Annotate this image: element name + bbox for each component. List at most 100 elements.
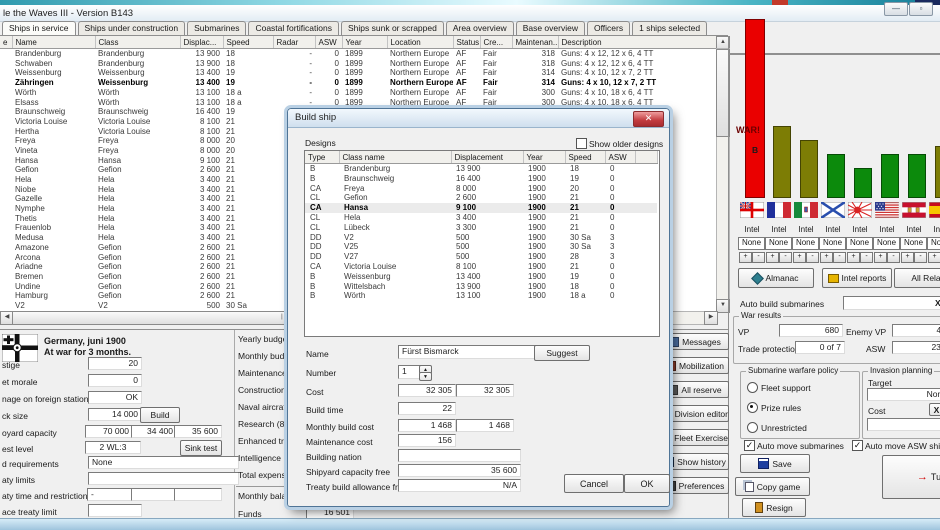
auto-move-submarines-checkbox[interactable]: ✓ — [744, 440, 755, 451]
flag-italy-icon[interactable] — [793, 201, 819, 223]
intel-reports-button[interactable]: Intel reports — [822, 268, 892, 288]
design-row[interactable]: DD V27 500 1900 28 3 — [305, 252, 657, 262]
flag-spain-icon[interactable] — [928, 201, 940, 223]
invasion-target-value[interactable]: None — [867, 388, 940, 401]
division-editor-button[interactable]: Division editor — [661, 405, 729, 422]
design-row[interactable]: B Braunschweig 16 400 1900 19 0 — [305, 174, 657, 184]
intel-plus-button[interactable]: + — [874, 252, 887, 263]
intel-level-select[interactable]: None — [765, 237, 792, 250]
dialog-titlebar[interactable]: Build ship — [288, 109, 669, 128]
copy-game-button[interactable]: Copy game — [735, 477, 810, 496]
ship-row[interactable]: Elsass Wörth 13 100 18 a - 0 1899 Northern Euro… — [0, 97, 716, 107]
column-header[interactable]: Status — [453, 36, 481, 49]
ok-button[interactable]: OK — [624, 474, 670, 493]
show-older-designs-checkbox[interactable] — [576, 138, 587, 149]
flag-japan-icon[interactable] — [847, 201, 873, 223]
intel-level-select[interactable]: None — [873, 237, 900, 250]
column-header[interactable]: Radar — [273, 36, 316, 49]
ship-row[interactable]: Weissenburg Weissenburg 13 400 19 - 0 1899 Nort… — [0, 68, 716, 78]
intel-plus-button[interactable]: + — [847, 252, 860, 263]
intel-level-select[interactable]: None — [738, 237, 765, 250]
design-row[interactable]: B Wittelsbach 13 900 1900 18 0 — [305, 282, 657, 292]
column-header[interactable]: Name — [12, 36, 96, 49]
column-header[interactable]: Speed — [223, 36, 274, 49]
tab-ships-sunk-or-scrapped[interactable]: Ships sunk or scrapped — [341, 21, 444, 35]
ship-row[interactable]: Zähringen Weissenburg 13 400 19 - 0 1899 Northe… — [0, 78, 716, 88]
column-header[interactable]: Class — [95, 36, 181, 49]
intel-minus-button[interactable]: - — [779, 252, 792, 263]
tab-coastal-fortifications[interactable]: Coastal fortifications — [248, 21, 339, 35]
design-row[interactable]: CA Hansa 9 100 1900 21 0 — [305, 203, 657, 213]
tab-1-ships-selected[interactable]: 1 ships selected — [632, 21, 708, 35]
resign-button[interactable]: Resign — [742, 498, 806, 517]
preferences-button[interactable]: Preferences — [661, 477, 729, 494]
dialog-close-button[interactable]: ✕ — [633, 111, 664, 127]
intel-plus-button[interactable]: + — [793, 252, 806, 263]
intel-minus-button[interactable]: - — [860, 252, 873, 263]
suggest-button[interactable]: Suggest — [534, 345, 590, 361]
sink-test-button[interactable]: Sink test — [180, 440, 222, 456]
auto-build-clear-button[interactable]: X — [935, 298, 940, 308]
column-header[interactable]: ASW — [605, 151, 636, 164]
intel-minus-button[interactable]: - — [752, 252, 765, 263]
intel-minus-button[interactable]: - — [833, 252, 846, 263]
intel-level-select[interactable]: None — [900, 237, 927, 250]
column-header[interactable]: Location — [387, 36, 454, 49]
column-header[interactable]: Type — [305, 151, 340, 164]
radio-prize-rules[interactable] — [747, 402, 758, 413]
intel-plus-button[interactable]: + — [739, 252, 752, 263]
intel-plus-button[interactable]: + — [820, 252, 833, 263]
fleet-exercise-button[interactable]: Fleet Exercise — [661, 429, 729, 446]
turn-button[interactable]: → Turn — [882, 455, 940, 499]
design-row[interactable]: CL Gefion 2 600 1900 21 0 — [305, 193, 657, 203]
intel-level-select[interactable]: None — [792, 237, 819, 250]
column-header[interactable]: ASW — [315, 36, 343, 49]
almanac-button[interactable]: Almanac — [738, 268, 814, 288]
tab-area-overview[interactable]: Area overview — [445, 21, 514, 35]
column-header[interactable]: e — [0, 36, 13, 49]
design-row[interactable]: B Brandenburg 13 900 1900 18 0 — [305, 164, 657, 174]
radio-fleet-support[interactable] — [747, 382, 758, 393]
flag-uk-icon[interactable] — [739, 201, 765, 223]
flag-usa-icon[interactable] — [874, 201, 900, 223]
design-row[interactable]: CA Freya 8 000 1900 20 0 — [305, 184, 657, 194]
scroll-right-button[interactable]: ▶ — [704, 311, 718, 325]
build-dock-button[interactable]: Build — [140, 407, 180, 423]
invasion-clear-button[interactable]: X — [929, 403, 940, 416]
column-header[interactable]: Displac... — [180, 36, 224, 49]
column-header[interactable]: Class name — [339, 151, 452, 164]
intel-minus-button[interactable]: - — [914, 252, 927, 263]
intel-plus-button[interactable]: + — [901, 252, 914, 263]
intel-plus-button[interactable]: + — [928, 252, 940, 263]
ship-name-input[interactable]: Fürst Bismarck — [398, 345, 537, 359]
column-header[interactable] — [635, 151, 658, 164]
design-row[interactable]: CL Lübeck 3 300 1900 21 0 — [305, 223, 657, 233]
cancel-button[interactable]: Cancel — [564, 474, 624, 493]
intel-minus-button[interactable]: - — [806, 252, 819, 263]
design-row[interactable]: DD V2 500 1900 30 Sa 3 — [305, 233, 657, 243]
design-row[interactable]: B Wörth 13 100 1900 18 a 0 — [305, 291, 657, 301]
design-row[interactable]: CL Hela 3 400 1900 21 0 — [305, 213, 657, 223]
column-header[interactable]: Maintenan... — [512, 36, 559, 49]
spinner-down-button[interactable]: ▼ — [419, 372, 432, 381]
maximize-button[interactable]: ▫ — [909, 2, 933, 16]
flag-france-icon[interactable] — [766, 201, 792, 223]
intel-level-select[interactable]: None — [846, 237, 873, 250]
tab-base-overview[interactable]: Base overview — [515, 21, 585, 35]
flag-austria-icon[interactable] — [901, 201, 927, 223]
intel-minus-button[interactable]: - — [887, 252, 900, 263]
design-row[interactable]: DD V25 500 1900 30 Sa 3 — [305, 242, 657, 252]
auto-move-asw-checkbox[interactable]: ✓ — [852, 440, 863, 451]
column-header[interactable]: Year — [342, 36, 388, 49]
radio-unrestricted[interactable] — [747, 422, 758, 433]
design-row[interactable]: B Weissenburg 13 400 1900 19 0 — [305, 272, 657, 282]
all-reserve-button[interactable]: All reserve — [661, 381, 729, 398]
mobilization-button[interactable]: Mobilization — [661, 357, 729, 374]
save-button[interactable]: Save — [740, 454, 810, 473]
column-header[interactable]: Speed — [565, 151, 606, 164]
minimize-button[interactable]: — — [884, 2, 908, 16]
ship-row[interactable]: Schwaben Brandenburg 13 900 18 - 0 1899 Norther… — [0, 59, 716, 69]
tab-submarines[interactable]: Submarines — [187, 21, 247, 35]
column-header[interactable]: Description — [558, 36, 717, 49]
intel-level-select[interactable]: None — [927, 237, 940, 250]
